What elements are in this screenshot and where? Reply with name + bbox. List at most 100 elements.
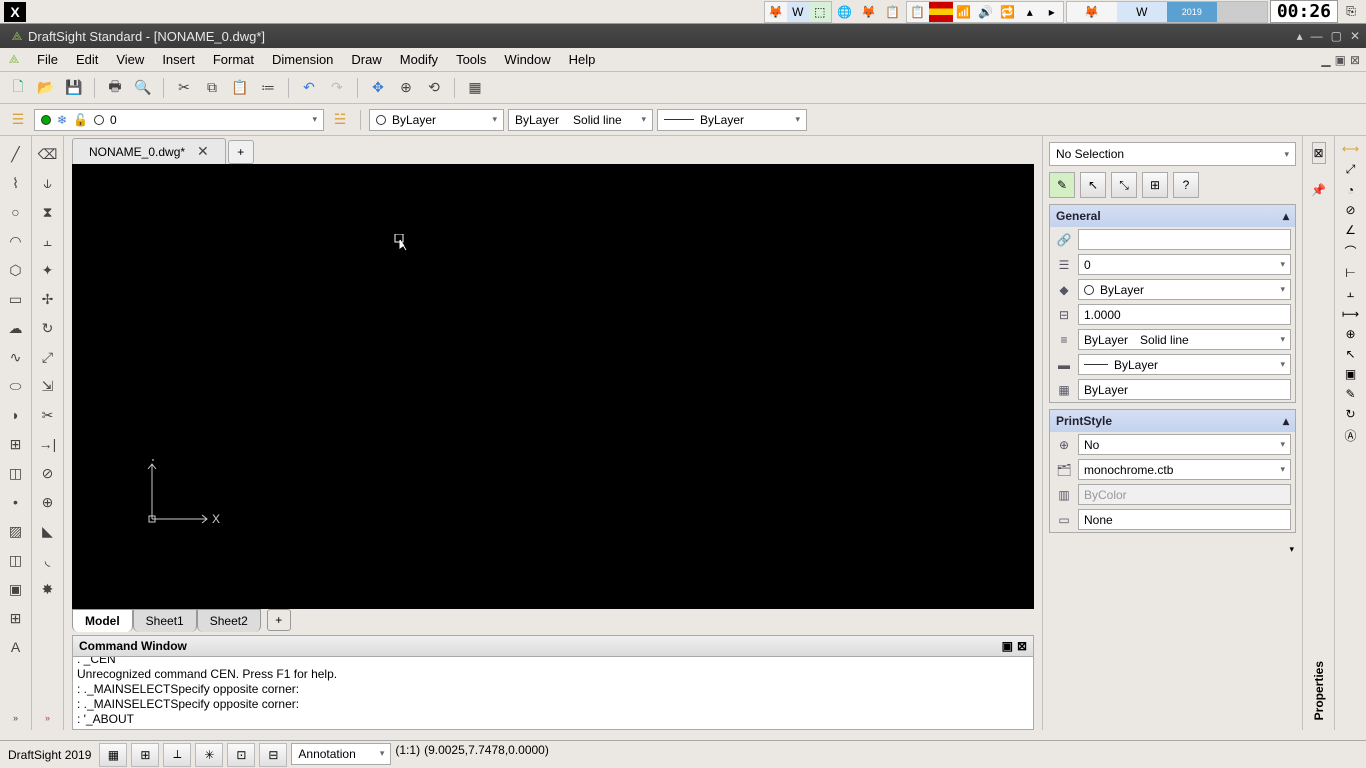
lineweight-field[interactable]: ByLayer [1078, 354, 1291, 375]
properties-tab-label[interactable]: Properties [1312, 661, 1326, 720]
dim-arc-button[interactable]: ⌒ [1344, 243, 1356, 260]
polar-toggle-button[interactable]: ✳ [195, 743, 223, 767]
line-tool-button[interactable]: ╱ [4, 142, 28, 166]
ps-none-field[interactable]: None [1078, 509, 1291, 530]
dim-leader-button[interactable]: ↖ [1345, 347, 1355, 361]
layer-previous-button[interactable]: ☱ [328, 108, 352, 132]
layer-field[interactable]: 0 [1078, 254, 1291, 275]
sheet-tab-sheet1[interactable]: Sheet1 [133, 609, 197, 632]
window-menu-icon[interactable]: X [4, 2, 26, 22]
collapse-icon[interactable]: ▴ [1283, 414, 1289, 428]
tray-firefox-icon[interactable]: 🦊 [765, 2, 787, 22]
ps-file-field[interactable]: monochrome.ctb [1078, 459, 1291, 480]
break-button[interactable]: ⊘ [36, 461, 60, 485]
lineweight-dropdown[interactable]: ByLayer ▾ [657, 109, 807, 131]
app-menu-logo-icon[interactable]: ⟁ [4, 50, 24, 70]
make-block-button[interactable]: ◫ [4, 461, 28, 485]
match-prop-button[interactable]: ≔ [256, 76, 280, 100]
drawing-canvas[interactable]: X Y [72, 164, 1034, 609]
arc-tool-button[interactable]: ◠ [4, 229, 28, 253]
linescale-field[interactable]: 1.0000 [1078, 304, 1291, 325]
save-file-button[interactable]: 💾 [62, 76, 86, 100]
pan-button[interactable]: ✥ [366, 76, 390, 100]
tray-arrow-icon[interactable]: ▸ [1041, 2, 1063, 22]
menu-insert[interactable]: Insert [153, 49, 204, 70]
color-dropdown[interactable]: ByLayer ▾ [369, 109, 504, 131]
ortho-toggle-button[interactable]: ⟂ [163, 743, 191, 767]
fillet-button[interactable]: ◟ [36, 548, 60, 572]
stretch-button[interactable]: ⇲ [36, 374, 60, 398]
maximize-button[interactable]: ▢ [1331, 29, 1342, 43]
tray-ds-icon[interactable]: ⬚ [809, 2, 831, 22]
explode-button[interactable]: ✸ [36, 577, 60, 601]
pattern-button[interactable]: ✦ [36, 258, 60, 282]
selection-dropdown[interactable]: No Selection ▾ [1049, 142, 1296, 166]
move-button[interactable]: ✢ [36, 287, 60, 311]
print-button[interactable]: 🖶 [103, 76, 127, 100]
open-file-button[interactable]: 📂 [34, 76, 58, 100]
tray-clipboard-icon[interactable]: 📋 [907, 2, 929, 22]
dim-diameter-button[interactable]: ⊘ [1345, 203, 1355, 217]
dim-baseline-button[interactable]: ⫠ [1347, 286, 1354, 301]
cmd-dock-button[interactable]: ▣ [1002, 639, 1013, 653]
options-button[interactable]: ▦ [463, 76, 487, 100]
dim-aligned-button[interactable]: ⤢ [1346, 162, 1356, 177]
tray-caret-icon[interactable]: ▴ [1019, 2, 1041, 22]
more-modify-button[interactable]: » [36, 706, 60, 730]
tray-flag-es-icon[interactable] [929, 2, 953, 22]
task-blank-icon[interactable] [1217, 2, 1267, 22]
close-button[interactable]: ✕ [1350, 29, 1360, 43]
menu-file[interactable]: File [28, 49, 67, 70]
dim-radius-button[interactable]: ◔ [1347, 183, 1354, 197]
panel-scroll-down-icon[interactable]: ▾ [1289, 544, 1294, 554]
tray-app1-icon[interactable]: W [787, 2, 809, 22]
quick-select-button[interactable]: ✎ [1049, 172, 1075, 198]
paste-button[interactable]: 📋 [228, 76, 252, 100]
mdi-close-button[interactable]: ⊠ [1350, 53, 1360, 67]
tray-network-icon[interactable]: 🔁 [997, 2, 1019, 22]
document-tab[interactable]: NONAME_0.dwg* ✕ [72, 138, 226, 164]
tray-volume-icon[interactable]: 🔊 [975, 2, 997, 22]
tray-chrome-icon[interactable]: 🌐 [834, 2, 856, 22]
undo-button[interactable]: ↶ [297, 76, 321, 100]
scale-button[interactable]: ⤢ [36, 345, 60, 369]
task-firefox-icon[interactable]: 🦊 [1067, 2, 1117, 22]
text-tool-button[interactable]: A [4, 635, 28, 659]
tray-logout-icon[interactable]: ⎘ [1340, 2, 1362, 22]
tray-firefox2-icon[interactable]: 🦊 [858, 2, 880, 22]
layer-dropdown[interactable]: ❄ 🔓 0 ▾ [34, 109, 324, 131]
tray-signal-icon[interactable]: 📶 [953, 2, 975, 22]
extend-button[interactable]: →| [36, 432, 60, 456]
zoom-prev-button[interactable]: ⟲ [422, 76, 446, 100]
menu-draw[interactable]: Draw [342, 49, 390, 70]
mdi-restore-button[interactable]: ▣ [1335, 53, 1346, 67]
snap-toggle-button[interactable]: ▦ [99, 743, 127, 767]
transparency-field[interactable]: ByLayer [1078, 379, 1291, 400]
menu-format[interactable]: Format [204, 49, 263, 70]
join-button[interactable]: ⊕ [36, 490, 60, 514]
menu-view[interactable]: View [107, 49, 153, 70]
command-output[interactable]: . _CEN Unrecognized command CEN. Press F… [73, 657, 1033, 729]
dim-edit-button[interactable]: ✎ [1345, 387, 1355, 401]
cmd-close-button[interactable]: ⊠ [1017, 639, 1027, 653]
doc-tab-close-button[interactable]: ✕ [197, 143, 209, 160]
circle-tool-button[interactable]: ○ [4, 200, 28, 224]
mdi-minimize-button[interactable]: ▁ [1321, 53, 1330, 67]
rectangle-tool-button[interactable]: ▭ [4, 287, 28, 311]
pin-icon[interactable]: 📌 [1312, 170, 1326, 210]
filter-select-button[interactable]: ⤡ [1111, 172, 1137, 198]
add-sheet-button[interactable]: + [267, 609, 291, 631]
offset-button[interactable]: ⫠ [36, 229, 60, 253]
menu-window[interactable]: Window [495, 49, 559, 70]
copy-entity-button[interactable]: ⫝ [36, 171, 60, 195]
rollup-button[interactable]: ▴ [1297, 29, 1303, 43]
minimize-button[interactable]: — [1311, 29, 1323, 43]
annotation-dropdown[interactable]: Annotation ▾ [291, 743, 391, 765]
collapse-icon[interactable]: ▴ [1283, 209, 1289, 223]
layer-manager-button[interactable]: ☰ [6, 108, 30, 132]
ellipse-tool-button[interactable]: ⬭ [4, 374, 28, 398]
chamfer-button[interactable]: ◣ [36, 519, 60, 543]
cut-button[interactable]: ✂ [172, 76, 196, 100]
zoom-window-button[interactable]: ⊕ [394, 76, 418, 100]
insert-block-button[interactable]: ⊞ [4, 432, 28, 456]
